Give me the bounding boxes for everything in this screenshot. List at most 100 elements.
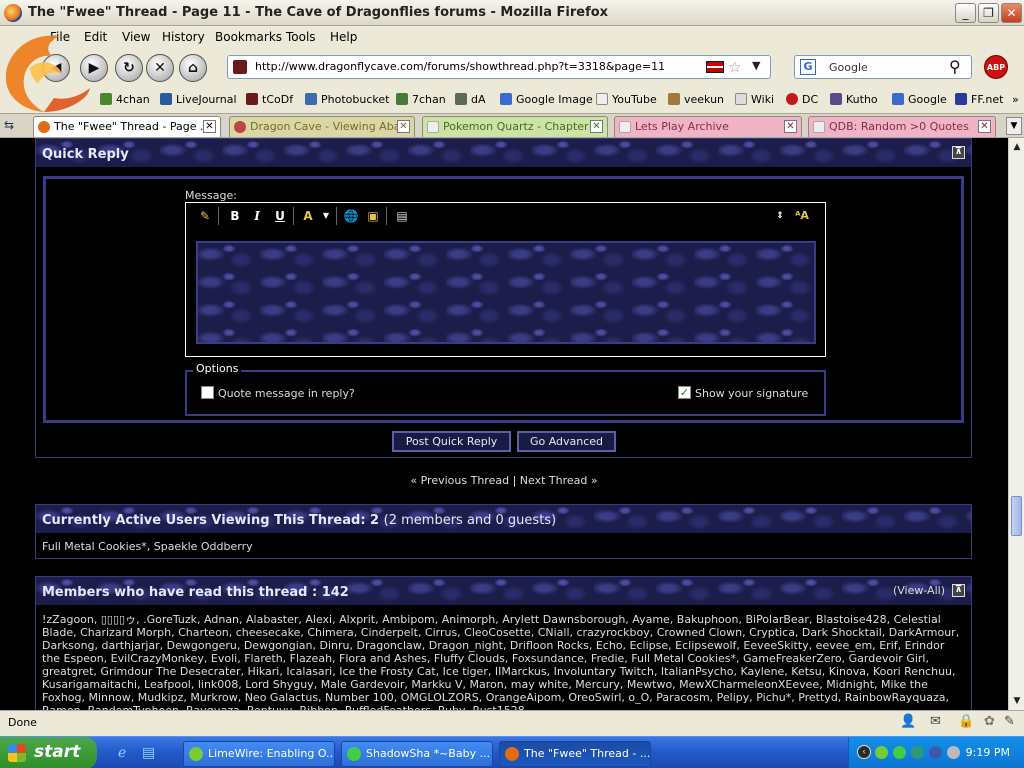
menu-history[interactable]: History xyxy=(162,30,205,44)
bookmark-item[interactable]: DC xyxy=(786,93,818,106)
menu-view[interactable]: View xyxy=(122,30,150,44)
limewire-tray-icon[interactable] xyxy=(875,746,888,759)
tab-close-icon[interactable]: ✕ xyxy=(203,120,216,133)
lock-icon[interactable]: 🔒 xyxy=(958,714,974,729)
switch-mode-icon[interactable]: ᴬA xyxy=(793,207,811,225)
post-quick-reply-button[interactable]: Post Quick Reply xyxy=(392,431,511,452)
scroll-thumb[interactable] xyxy=(1011,496,1022,536)
menu-help[interactable]: Help xyxy=(330,30,357,44)
network-tray-icon[interactable] xyxy=(911,746,924,759)
signature-checkbox[interactable]: ✓ xyxy=(678,386,691,399)
close-button[interactable]: ✕ xyxy=(1001,3,1022,23)
bookmark-item[interactable]: YouTube xyxy=(596,93,657,106)
google-icon[interactable]: G xyxy=(800,59,816,75)
forward-button[interactable]: ▶ xyxy=(80,54,108,82)
stop-button[interactable]: ✕ xyxy=(146,54,174,82)
view-all-link[interactable]: (View-All) xyxy=(893,584,945,597)
resize-icon[interactable]: ⇕ xyxy=(771,207,789,225)
extension-icon[interactable]: ✿ xyxy=(984,714,995,729)
page-scrollbar[interactable]: ▲ ▼ xyxy=(1008,138,1024,710)
menu-bookmarks[interactable]: Bookmarks xyxy=(215,30,282,44)
bold-button[interactable]: B xyxy=(226,207,244,225)
task-limewire[interactable]: LimeWire: Enabling O... xyxy=(183,741,335,767)
font-color-button[interactable]: A xyxy=(299,207,317,225)
task-firefox[interactable]: The "Fwee" Thread - ... xyxy=(499,741,651,767)
tab-active[interactable]: The "Fwee" Thread - Page ... ✕ xyxy=(33,116,221,137)
insert-link-icon[interactable]: 🌐 xyxy=(342,207,360,225)
members-read-header: Members who have read this thread : 142 … xyxy=(36,577,971,605)
tab-close-icon[interactable]: ✕ xyxy=(590,120,603,133)
bookmark-item[interactable]: 7chan xyxy=(396,93,446,106)
desktop-icon[interactable]: ▤ xyxy=(142,745,155,761)
menu-tools[interactable]: Tools xyxy=(286,30,316,44)
bookmark-item[interactable]: Google Image xyxy=(500,93,593,106)
tab-close-icon[interactable]: ✕ xyxy=(978,120,991,133)
user-icon[interactable]: 👤 xyxy=(900,714,916,729)
search-icon[interactable]: ⚲ xyxy=(949,57,961,76)
next-thread-link[interactable]: Next Thread » xyxy=(520,474,598,487)
menu-file[interactable]: File xyxy=(50,30,70,44)
adblock-plus-icon[interactable]: ABP xyxy=(984,55,1008,79)
message-textarea[interactable] xyxy=(196,241,816,344)
photo-icon xyxy=(305,93,317,105)
url-bar[interactable]: http://www.dragonflycave.com/forums/show… xyxy=(227,55,771,79)
previous-thread-link[interactable]: « Previous Thread xyxy=(410,474,509,487)
tab[interactable]: QDB: Random >0 Quotes ✕ xyxy=(808,116,996,137)
collapse-icon[interactable]: ⊼ xyxy=(952,146,965,159)
bookmark-item[interactable]: tCoDf xyxy=(246,93,293,106)
tab[interactable]: Dragon Cave - Viewing Aba... ✕ xyxy=(229,116,415,137)
bookmark-item[interactable]: Google xyxy=(892,93,947,106)
tab-dropdown-icon[interactable]: ▼ xyxy=(1006,117,1022,135)
scroll-down-icon[interactable]: ▼ xyxy=(1010,694,1024,708)
ie-icon[interactable]: ℯ xyxy=(118,745,126,761)
volume-tray-icon[interactable] xyxy=(929,746,942,759)
back-button[interactable]: ◀ xyxy=(42,54,70,82)
scroll-up-icon[interactable]: ▲ xyxy=(1010,140,1024,154)
underline-button[interactable]: U xyxy=(271,207,289,225)
firefox-icon xyxy=(4,4,22,22)
bookmark-item[interactable]: veekun xyxy=(668,93,724,106)
remove-format-icon[interactable]: ✎ xyxy=(196,207,214,225)
tab-list-icon[interactable]: ⇆ xyxy=(4,118,14,132)
bookmark-item[interactable]: FF.net xyxy=(955,93,1003,106)
mail-icon[interactable]: ✉ xyxy=(930,714,941,729)
bookmarks-overflow-icon[interactable]: » xyxy=(1012,93,1019,106)
reload-button[interactable]: ↻ xyxy=(115,54,143,82)
tab-close-icon[interactable]: ✕ xyxy=(397,120,410,133)
bookmark-item[interactable]: 4chan xyxy=(100,93,150,106)
collapse-icon[interactable]: ⊼ xyxy=(952,584,965,597)
google-icon xyxy=(892,93,904,105)
clover-icon xyxy=(100,93,112,105)
search-input[interactable]: Google xyxy=(829,61,868,74)
tab-close-icon[interactable]: ✕ xyxy=(784,120,797,133)
messenger-tray-icon[interactable] xyxy=(893,746,906,759)
bookmark-item[interactable]: dA xyxy=(455,93,486,106)
task-messenger[interactable]: ShadowSha *~Baby ... xyxy=(341,741,493,767)
settings-tray-icon[interactable] xyxy=(947,746,960,759)
bookmark-item[interactable]: Wiki xyxy=(735,93,774,106)
maximize-button[interactable]: ❐ xyxy=(978,3,999,23)
url-dropdown-icon[interactable]: ▼ xyxy=(752,59,760,72)
quote-checkbox[interactable] xyxy=(201,386,214,399)
pencil-icon[interactable]: ✎ xyxy=(1004,714,1015,729)
home-button[interactable]: ⌂ xyxy=(179,54,207,82)
font-color-dropdown-icon[interactable]: ▼ xyxy=(317,207,335,225)
insert-image-icon[interactable]: ▣ xyxy=(364,207,382,225)
quote-icon[interactable]: ▤ xyxy=(393,207,411,225)
tab[interactable]: Pokemon Quartz - Chapter 7 ✕ xyxy=(422,116,608,137)
bookmark-item[interactable]: Photobucket xyxy=(305,93,389,106)
minimize-button[interactable]: _ xyxy=(955,3,976,23)
active-users-list: Full Metal Cookies*, Spaekle Oddberry xyxy=(42,540,253,553)
menu-edit[interactable]: Edit xyxy=(84,30,107,44)
editor-frame: ✎ B I U A ▼ 🌐 ▣ ▤ ⇕ ᴬA xyxy=(185,202,826,357)
tab[interactable]: Lets Play Archive ✕ xyxy=(614,116,802,137)
italic-button[interactable]: I xyxy=(248,207,266,225)
tray-collapse-icon[interactable]: ‹ xyxy=(857,745,871,759)
search-box[interactable]: G Google ⚲ xyxy=(794,55,972,79)
bookmark-star-icon[interactable]: ☆ xyxy=(728,58,741,76)
start-button[interactable]: start xyxy=(0,737,97,768)
bookmark-item[interactable]: LiveJournal xyxy=(160,93,237,106)
bookmark-item[interactable]: Kutho xyxy=(830,93,878,106)
url-text[interactable]: http://www.dragonflycave.com/forums/show… xyxy=(255,60,665,73)
go-advanced-button[interactable]: Go Advanced xyxy=(517,431,616,452)
